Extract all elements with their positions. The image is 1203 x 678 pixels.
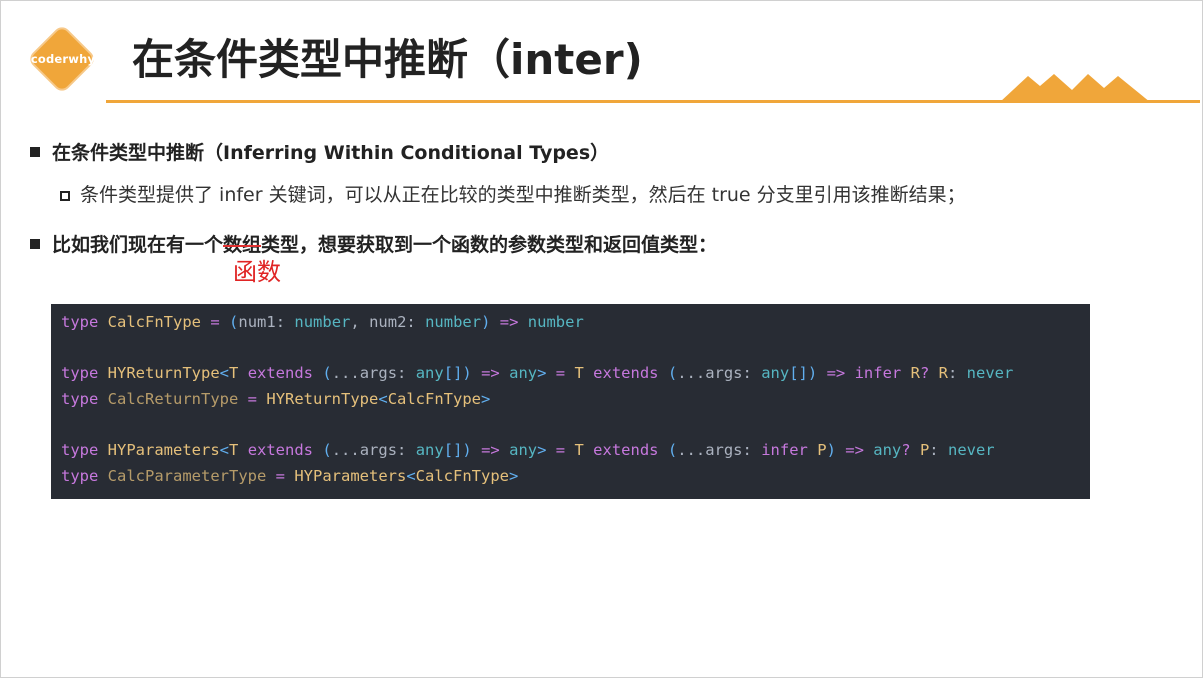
bullet-text: 在条件类型中推断（Inferring Within Conditional Ty… — [52, 142, 610, 164]
code-line-3: type HYReturnType<T extends (...args: an… — [61, 364, 1014, 383]
bullet-square-icon — [30, 147, 40, 157]
strike-line — [223, 245, 262, 248]
sub-bullet-text: 条件类型提供了 infer 关键词，可以从正在比较的类型中推断类型，然后在 tr… — [80, 184, 966, 206]
code-line-4: type CalcReturnType = HYReturnType<CalcF… — [61, 389, 491, 408]
logo-text: coderwhy — [30, 52, 96, 66]
hollow-square-icon — [60, 191, 70, 201]
mountain-decoration — [1000, 74, 1150, 102]
code-line-6: type HYParameters<T extends (...args: an… — [61, 440, 995, 459]
bullet-text-after: 类型，想要获取到一个函数的参数类型和返回值类型： — [261, 234, 718, 256]
code-block: type CalcFnType = (num1: number, num2: n… — [51, 304, 1090, 499]
code-line-1: type CalcFnType = (num1: number, num2: n… — [61, 313, 584, 331]
handwritten-annotation: 函数 — [233, 258, 281, 286]
sub-bullet-infer: 条件类型提供了 infer 关键词，可以从正在比较的类型中推断类型，然后在 tr… — [60, 180, 966, 207]
bullet-example: 比如我们现在有一个数组 类型，想要获取到一个函数的参数类型和返回值类型： — [30, 230, 717, 257]
bullet-square-icon — [30, 239, 40, 249]
code-line-7: type CalcParameterType = HYParameters<Ca… — [61, 466, 519, 485]
bullet-text-before: 比如我们现在有一个 — [52, 234, 224, 256]
page-title: 在条件类型中推断（inter) — [132, 35, 643, 84]
bullet-inferring: 在条件类型中推断（Inferring Within Conditional Ty… — [30, 138, 609, 165]
